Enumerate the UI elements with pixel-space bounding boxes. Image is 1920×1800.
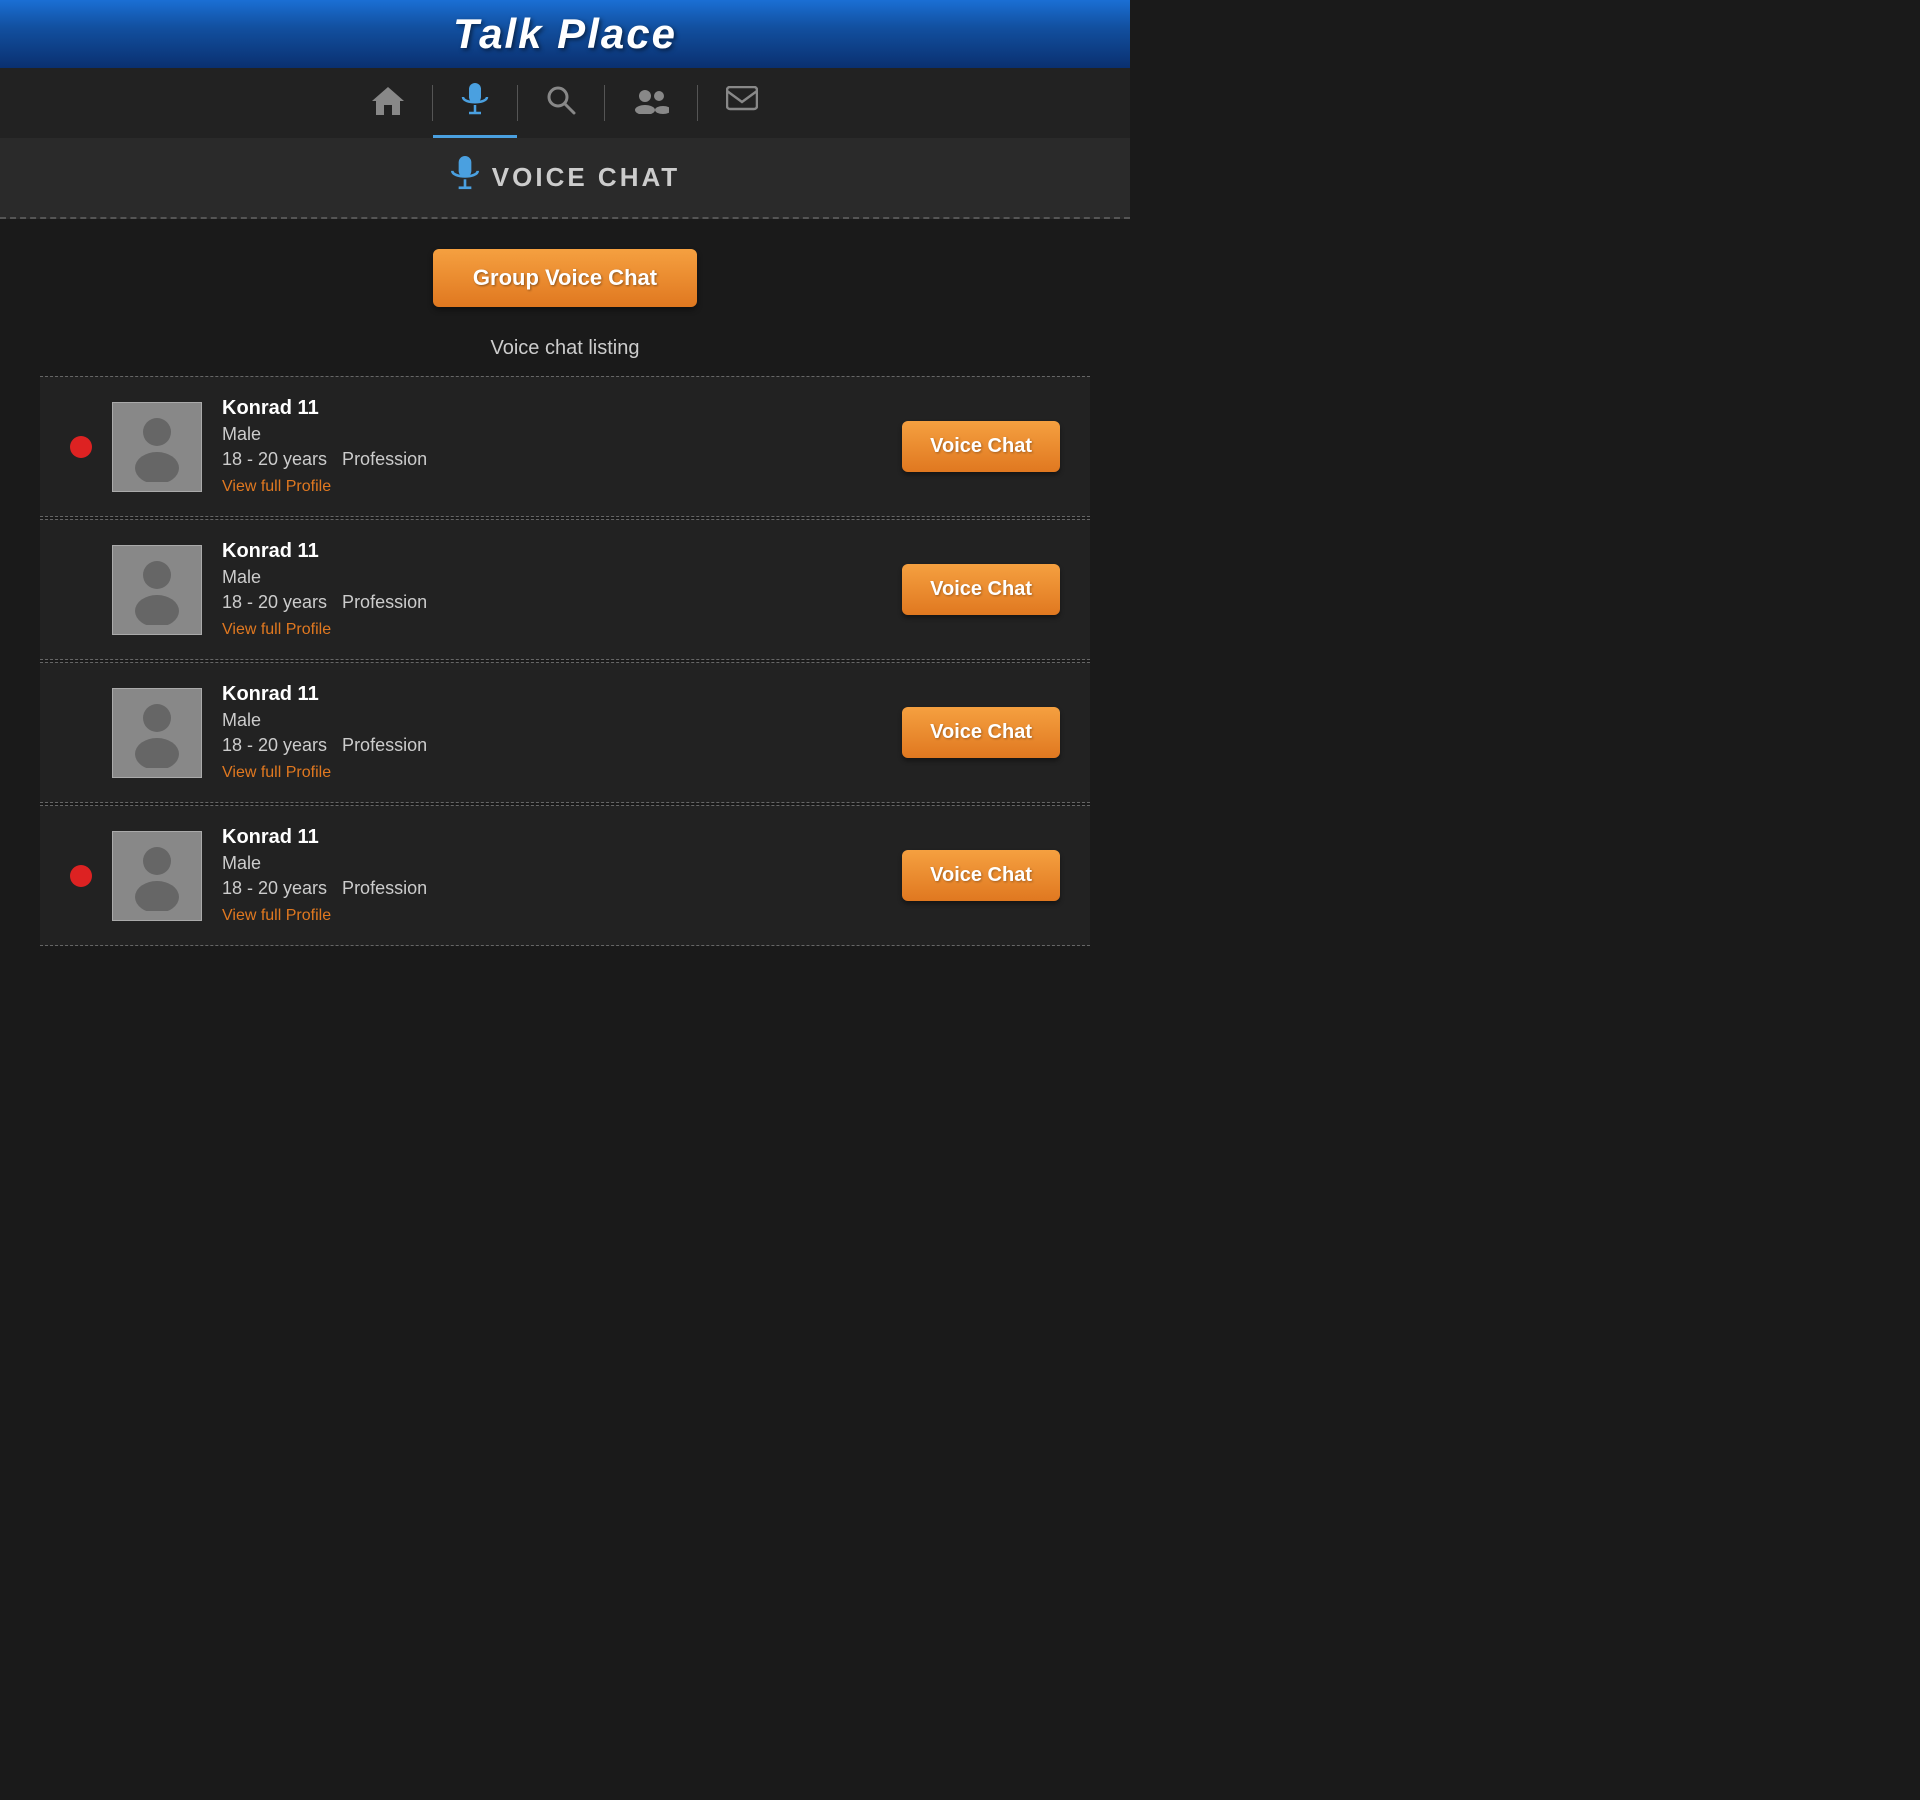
avatar-1 xyxy=(112,402,202,492)
group-icon xyxy=(633,86,669,121)
group-btn-container: Group Voice Chat xyxy=(40,249,1090,307)
user-info-3: Konrad 11 Male 18 - 20 years Profession … xyxy=(222,683,882,782)
avatar-2 xyxy=(112,545,202,635)
user-card-3: Konrad 11 Male 18 - 20 years Profession … xyxy=(40,662,1090,803)
avatar-3 xyxy=(112,688,202,778)
online-indicator-4 xyxy=(70,865,92,887)
main-content: Group Voice Chat Voice chat listing Konr… xyxy=(0,219,1130,978)
user-card-1: Konrad 11 Male 18 - 20 years Profession … xyxy=(40,376,1090,517)
offline-indicator-3 xyxy=(70,722,92,744)
user-meta-1: 18 - 20 years Profession xyxy=(222,449,882,470)
user-gender-2: Male xyxy=(222,567,882,588)
nav-item-home[interactable] xyxy=(344,68,432,138)
user-gender-3: Male xyxy=(222,710,882,731)
user-meta-4: 18 - 20 years Profession xyxy=(222,878,882,899)
offline-indicator-2 xyxy=(70,579,92,601)
user-name-3: Konrad 11 xyxy=(222,683,882,706)
user-name-1: Konrad 11 xyxy=(222,397,882,420)
page-title-microphone-icon xyxy=(450,156,480,199)
user-card-4: Konrad 11 Male 18 - 20 years Profession … xyxy=(40,805,1090,946)
logo: Talk Place xyxy=(453,10,677,58)
user-info-1: Konrad 11 Male 18 - 20 years Profession … xyxy=(222,397,882,496)
search-icon xyxy=(546,85,576,122)
nav-item-messages[interactable] xyxy=(698,68,786,138)
view-profile-link-2[interactable]: View full Profile xyxy=(222,621,331,638)
page-title-section: VOICE CHAT xyxy=(0,138,1130,219)
user-meta-2: 18 - 20 years Profession xyxy=(222,592,882,613)
user-name-4: Konrad 11 xyxy=(222,826,882,849)
listing-label: Voice chat listing xyxy=(40,337,1090,360)
header-bar: Talk Place xyxy=(0,0,1130,68)
user-card-2: Konrad 11 Male 18 - 20 years Profession … xyxy=(40,519,1090,660)
view-profile-link-4[interactable]: View full Profile xyxy=(222,907,331,924)
voice-chat-button-3[interactable]: Voice Chat xyxy=(902,707,1060,758)
online-indicator-1 xyxy=(70,436,92,458)
view-profile-link-1[interactable]: View full Profile xyxy=(222,478,331,495)
user-info-2: Konrad 11 Male 18 - 20 years Profession … xyxy=(222,540,882,639)
nav-item-group[interactable] xyxy=(605,68,697,138)
voice-chat-button-2[interactable]: Voice Chat xyxy=(902,564,1060,615)
microphone-icon xyxy=(461,83,489,124)
user-list: Konrad 11 Male 18 - 20 years Profession … xyxy=(40,376,1090,946)
nav-item-search[interactable] xyxy=(518,68,604,138)
user-meta-3: 18 - 20 years Profession xyxy=(222,735,882,756)
user-gender-1: Male xyxy=(222,424,882,445)
page-title: VOICE CHAT xyxy=(492,162,680,193)
avatar-4 xyxy=(112,831,202,921)
user-name-2: Konrad 11 xyxy=(222,540,882,563)
home-icon xyxy=(372,85,404,122)
user-gender-4: Male xyxy=(222,853,882,874)
nav-item-microphone[interactable] xyxy=(433,68,517,138)
voice-chat-button-4[interactable]: Voice Chat xyxy=(902,850,1060,901)
user-info-4: Konrad 11 Male 18 - 20 years Profession … xyxy=(222,826,882,925)
voice-chat-button-1[interactable]: Voice Chat xyxy=(902,421,1060,472)
view-profile-link-3[interactable]: View full Profile xyxy=(222,764,331,781)
messages-icon xyxy=(726,86,758,121)
group-voice-chat-button[interactable]: Group Voice Chat xyxy=(433,249,697,307)
nav-bar xyxy=(0,68,1130,138)
